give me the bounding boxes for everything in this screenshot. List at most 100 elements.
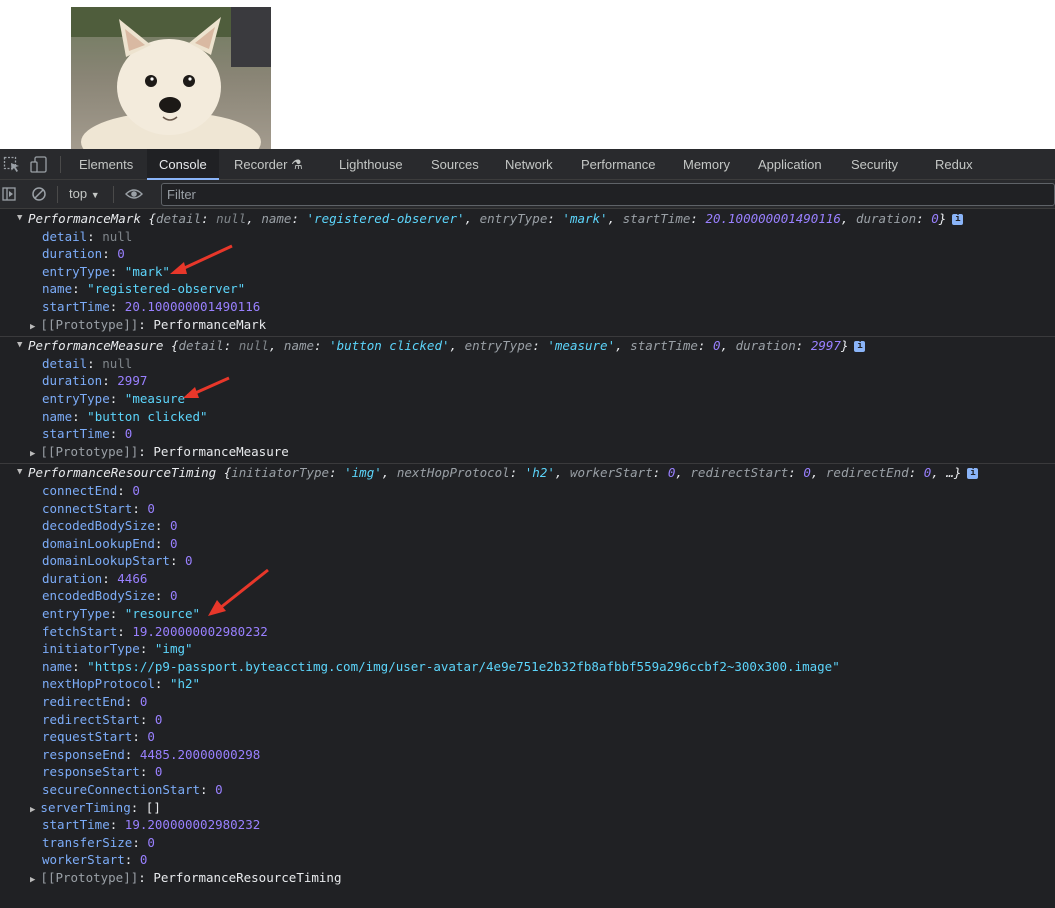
filter-input[interactable]: Filter — [161, 183, 1055, 206]
tab-network[interactable]: Network — [505, 149, 553, 180]
tab-sources[interactable]: Sources — [431, 149, 479, 180]
property-row[interactable]: decodedBodySize: 0 — [0, 517, 1055, 535]
property-key: entryType — [42, 263, 110, 279]
property-value: 4466 — [117, 570, 148, 586]
property-value: 20.100000001490116 — [124, 298, 261, 314]
property-row[interactable]: startTime: 20.100000001490116 — [0, 298, 1055, 316]
prototype-key: [[Prototype]] — [40, 869, 139, 885]
property-key: fetchStart — [42, 623, 118, 639]
tab-recorder[interactable]: Recorder ⚗ — [234, 149, 303, 180]
property-value: 0 — [154, 711, 163, 727]
property-key: startTime — [42, 298, 110, 314]
property-value: 0 — [117, 246, 125, 262]
property-key: requestStart — [42, 729, 133, 745]
object-summary[interactable]: ▼ PerformanceMark {detail: null, name: '… — [0, 210, 1055, 228]
property-row[interactable]: name: "registered-observer" — [0, 280, 1055, 298]
property-row[interactable]: workerStart: 0 — [0, 851, 1055, 869]
console-entry-performance-measure: ▼ PerformanceMeasure {detail: null, name… — [0, 337, 1055, 465]
collapsed-triangle-icon[interactable]: ▶ — [30, 875, 35, 885]
property-row[interactable]: name: "button clicked" — [0, 408, 1055, 426]
expanded-triangle-icon[interactable]: ▼ — [17, 337, 22, 355]
collapsed-triangle-icon[interactable]: ▶ — [30, 322, 35, 332]
info-icon[interactable]: i — [854, 341, 866, 353]
property-value: 0 — [147, 834, 155, 850]
property-row[interactable]: duration: 2997 — [0, 372, 1055, 390]
property-value: "https://p9-passport.byteacctimg.com/img… — [87, 658, 840, 674]
property-row[interactable]: fetchStart: 19.200000002980232 — [0, 623, 1055, 641]
prototype-value: PerformanceMark — [153, 316, 267, 332]
sidebar-toggle-icon[interactable] — [2, 186, 18, 205]
property-row[interactable]: entryType: "mark" — [0, 263, 1055, 281]
property-value: 0 — [139, 694, 148, 710]
expanded-triangle-icon[interactable]: ▼ — [17, 210, 22, 228]
property-row[interactable]: ▶ serverTiming: [] — [0, 799, 1055, 817]
prototype-row[interactable]: ▶ [[Prototype]]: PerformanceResourceTimin… — [0, 869, 1055, 887]
prototype-key: [[Prototype]] — [40, 316, 139, 332]
property-row[interactable]: secureConnectionStart: 0 — [0, 781, 1055, 799]
property-row[interactable]: connectEnd: 0 — [0, 482, 1055, 500]
expanded-triangle-icon[interactable]: ▼ — [17, 464, 22, 482]
property-value: 0 — [215, 782, 223, 797]
property-key: domainLookupStart — [42, 553, 170, 569]
property-value: 2997 — [117, 373, 148, 389]
clear-console-icon[interactable] — [31, 186, 47, 205]
property-key: initiatorType — [42, 641, 140, 657]
live-expression-eye-icon[interactable] — [125, 186, 143, 205]
tab-security[interactable]: Security — [851, 149, 898, 180]
property-row[interactable]: redirectStart: 0 — [0, 711, 1055, 729]
property-key: responseStart — [42, 764, 140, 780]
property-value: 0 — [124, 426, 133, 442]
collapsed-triangle-icon[interactable]: ▶ — [30, 449, 35, 459]
tab-lighthouse[interactable]: Lighthouse — [339, 149, 403, 180]
devtools-panel: Elements Console Recorder ⚗ Lighthouse S… — [0, 149, 1055, 908]
property-row[interactable]: requestStart: 0 — [0, 728, 1055, 746]
property-row[interactable]: redirectEnd: 0 — [0, 693, 1055, 711]
inspect-element-icon[interactable] — [3, 156, 21, 173]
property-row[interactable]: detail: null — [0, 355, 1055, 373]
property-row[interactable]: nextHopProtocol: "h2" — [0, 675, 1055, 693]
property-row[interactable]: startTime: 19.200000002980232 — [0, 816, 1055, 834]
property-row[interactable]: initiatorType: "img" — [0, 640, 1055, 658]
context-selector[interactable]: top ▼ — [69, 186, 100, 201]
property-row[interactable]: name: "https://p9-passport.byteacctimg.c… — [0, 658, 1055, 676]
property-row[interactable]: encodedBodySize: 0 — [0, 587, 1055, 605]
info-icon[interactable]: i — [967, 468, 979, 480]
info-icon[interactable]: i — [952, 214, 964, 225]
property-value: 0 — [147, 729, 155, 745]
property-value: 0 — [169, 518, 178, 534]
prototype-row[interactable]: ▶ [[Prototype]]: PerformanceMark — [0, 316, 1055, 334]
prototype-row[interactable]: ▶ [[Prototype]]: PerformanceMeasure — [0, 443, 1055, 461]
property-row[interactable]: domainLookupStart: 0 — [0, 552, 1055, 570]
tab-console[interactable]: Console — [147, 149, 219, 180]
property-row[interactable]: connectStart: 0 — [0, 500, 1055, 518]
property-row[interactable]: responseStart: 0 — [0, 763, 1055, 781]
property-value: 4485.20000000298 — [139, 746, 261, 762]
property-row[interactable]: responseEnd: 4485.20000000298 — [0, 746, 1055, 764]
property-row[interactable]: duration: 4466 — [0, 570, 1055, 588]
device-toolbar-icon[interactable] — [30, 156, 48, 173]
property-value: null — [102, 228, 133, 244]
tab-application[interactable]: Application — [758, 149, 822, 180]
object-class-name: PerformanceResourceTiming — [28, 465, 217, 481]
property-row[interactable]: startTime: 0 — [0, 425, 1055, 443]
property-row[interactable]: detail: null — [0, 228, 1055, 246]
object-summary[interactable]: ▼ PerformanceResourceTiming {initiatorTy… — [0, 464, 1055, 482]
object-class-name: PerformanceMark — [28, 211, 141, 226]
toolbar-divider — [113, 186, 114, 203]
property-row[interactable]: entryType: "resource" — [0, 605, 1055, 623]
tab-elements[interactable]: Elements — [79, 149, 133, 180]
tab-redux[interactable]: Redux — [935, 149, 973, 180]
property-row[interactable]: transferSize: 0 — [0, 834, 1055, 852]
property-row[interactable]: domainLookupEnd: 0 — [0, 535, 1055, 553]
property-value: "img" — [154, 641, 193, 657]
property-row[interactable]: duration: 0 — [0, 245, 1055, 263]
tab-memory[interactable]: Memory — [683, 149, 730, 180]
object-summary[interactable]: ▼ PerformanceMeasure {detail: null, name… — [0, 337, 1055, 355]
property-value: [] — [145, 799, 161, 815]
tab-performance[interactable]: Performance — [581, 149, 655, 180]
property-row[interactable]: entryType: "measure" — [0, 390, 1055, 408]
collapsed-triangle-icon[interactable]: ▶ — [30, 805, 35, 815]
property-key: domainLookupEnd — [42, 535, 155, 551]
property-key: redirectStart — [42, 711, 140, 727]
props-0: detail: null duration: 0 entryType: "mark"… — [0, 228, 1055, 316]
